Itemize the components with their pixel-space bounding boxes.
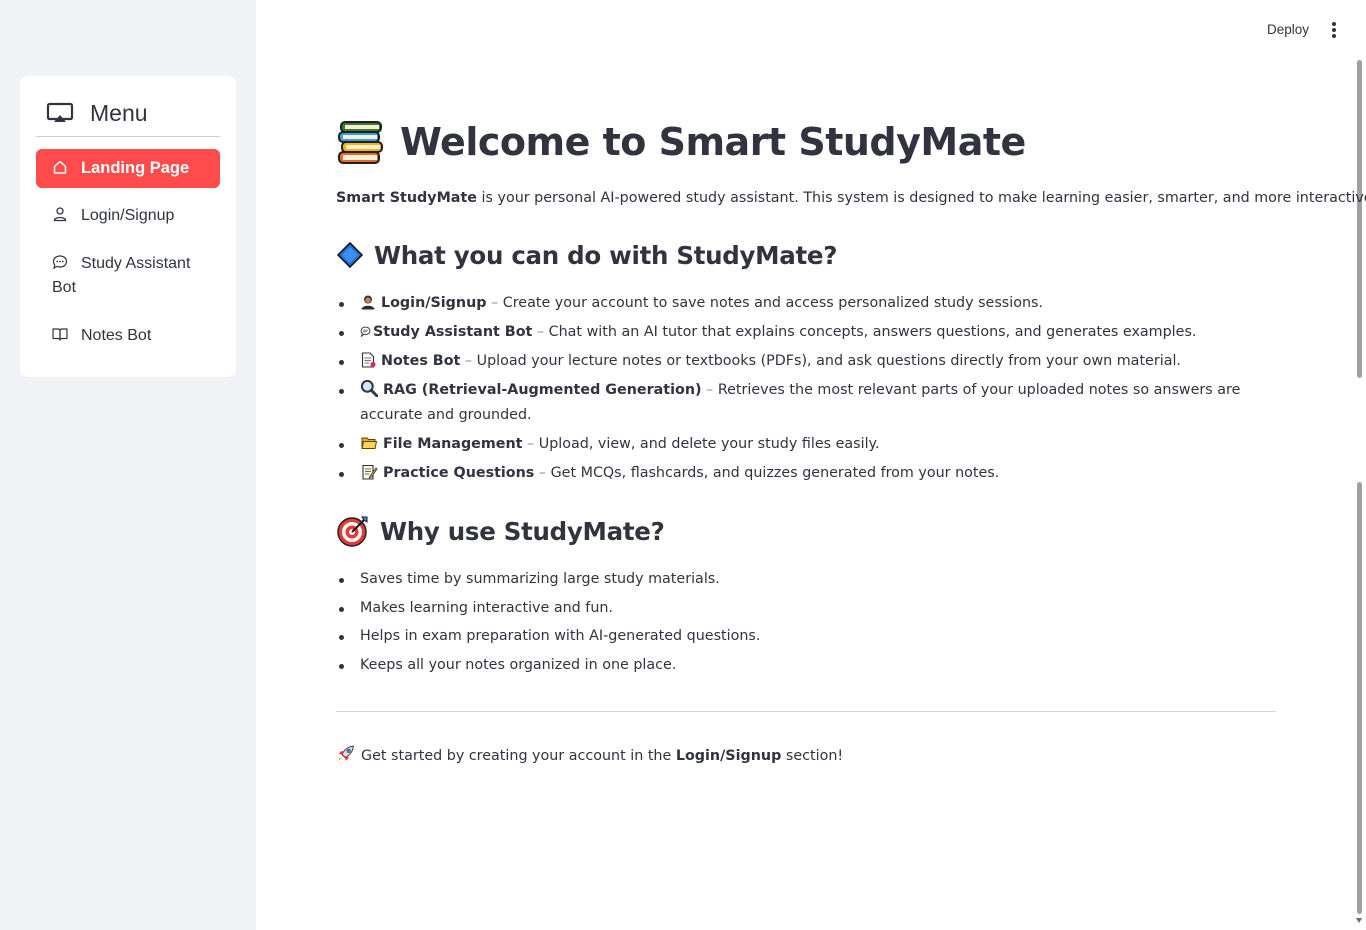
intro-text: is your personal AI-powered study assist…	[476, 190, 1366, 206]
menu-header: Menu	[36, 90, 220, 137]
features-list: Login/Signup – Create your account to sa…	[336, 291, 1276, 490]
feature-separator: –	[486, 295, 503, 311]
scrollbar-thumb[interactable]	[1357, 60, 1362, 378]
sidebar-item-label: Study Assistant Bot	[52, 255, 191, 296]
feature-name: File Management	[383, 436, 523, 452]
feature-desc: Upload your lecture notes or textbooks (…	[476, 353, 1181, 369]
feature-desc: Chat with an AI tutor that explains conc…	[548, 324, 1197, 340]
feature-separator: –	[532, 324, 549, 340]
why-heading-text: Why use StudyMate?	[380, 516, 665, 546]
footer-bold: Login/Signup	[675, 748, 782, 764]
feature-separator: –	[701, 382, 718, 398]
features-heading: What you can do with StudyMate?	[336, 236, 837, 274]
magnifier-icon	[360, 379, 378, 397]
why-heading: Why use StudyMate?	[336, 512, 665, 550]
page-title-text: Welcome to Smart StudyMate	[400, 120, 1026, 164]
feature-name: Notes Bot	[381, 353, 461, 369]
books-icon	[338, 121, 383, 164]
scrollbar-thumb-lower[interactable]	[1357, 482, 1362, 914]
target-icon	[337, 516, 368, 547]
list-item: Login/Signup – Create your account to sa…	[336, 291, 1276, 316]
list-item: Study Assistant Bot – Chat with an AI tu…	[336, 320, 1276, 345]
person-icon	[361, 295, 375, 310]
memo-icon	[362, 464, 378, 480]
feature-separator: –	[522, 436, 539, 452]
kebab-menu-icon[interactable]	[1325, 20, 1343, 40]
footer-callout: Get started by creating your account in …	[336, 744, 843, 768]
chat-icon	[52, 255, 68, 270]
list-item: Makes learning interactive and fun.	[336, 596, 1276, 621]
intro-paragraph: Smart StudyMate is your personal AI-powe…	[336, 186, 1366, 210]
sidebar-item-landing-page[interactable]: Landing Page	[36, 149, 220, 188]
home-icon	[53, 160, 67, 174]
divider	[336, 711, 1276, 712]
feature-name: Study Assistant Bot	[373, 324, 533, 340]
folder-icon	[361, 437, 378, 449]
chat-bubble-icon	[360, 326, 371, 337]
feature-desc: Upload, view, and delete your study file…	[538, 436, 880, 452]
intro-bold: Smart StudyMate	[336, 190, 477, 206]
feature-separator: –	[534, 465, 551, 481]
feature-desc: Get MCQs, flashcards, and quizzes genera…	[550, 465, 1000, 481]
footer-text-end: section!	[781, 748, 844, 764]
sidebar-item-study-assistant-bot[interactable]: Study Assistant Bot	[36, 252, 220, 300]
feature-name: RAG (Retrieval-Augmented Generation)	[383, 382, 702, 398]
features-heading-text: What you can do with StudyMate?	[374, 240, 838, 270]
feature-name: Practice Questions	[383, 465, 535, 481]
sidebar-item-label: Landing Page	[81, 159, 190, 177]
list-item: Helps in exam preparation with AI-genera…	[336, 624, 1276, 649]
list-item: RAG (Retrieval-Augmented Generation) – R…	[336, 378, 1276, 428]
rocket-icon	[337, 745, 354, 762]
list-item: Keeps all your notes organized in one pl…	[336, 653, 1276, 678]
sidebar-item-label: Notes Bot	[81, 327, 152, 344]
feature-separator: –	[460, 353, 477, 369]
book-icon	[52, 328, 68, 341]
page-title: Welcome to Smart StudyMate	[336, 112, 1026, 172]
list-item: Notes Bot – Upload your lecture notes or…	[336, 349, 1276, 374]
sidebar: Menu Landing Page Login/Signup Study Ass…	[0, 0, 256, 930]
list-item: File Management – Upload, view, and dele…	[336, 432, 1276, 457]
sidebar-item-login-signup[interactable]: Login/Signup	[36, 204, 220, 228]
sidebar-item-label: Login/Signup	[81, 207, 175, 224]
why-list: Saves time by summarizing large study ma…	[336, 567, 1276, 681]
menu-title: Menu	[90, 99, 148, 126]
deploy-button[interactable]: Deploy	[1261, 18, 1315, 42]
monitor-icon	[46, 102, 74, 122]
feature-name: Login/Signup	[381, 295, 487, 311]
sidebar-item-notes-bot[interactable]: Notes Bot	[36, 324, 220, 348]
user-icon	[53, 207, 67, 222]
feature-desc: Create your account to save notes and ac…	[502, 295, 1044, 311]
scroll-down-arrow-icon[interactable]	[1356, 918, 1362, 923]
footer-text: Get started by creating your account in …	[361, 748, 676, 764]
menu-card: Menu Landing Page Login/Signup Study Ass…	[20, 76, 236, 377]
blue-diamond-icon	[336, 241, 364, 269]
list-item: Saves time by summarizing large study ma…	[336, 567, 1276, 592]
document-icon	[361, 352, 376, 368]
list-item: Practice Questions – Get MCQs, flashcard…	[336, 461, 1276, 486]
